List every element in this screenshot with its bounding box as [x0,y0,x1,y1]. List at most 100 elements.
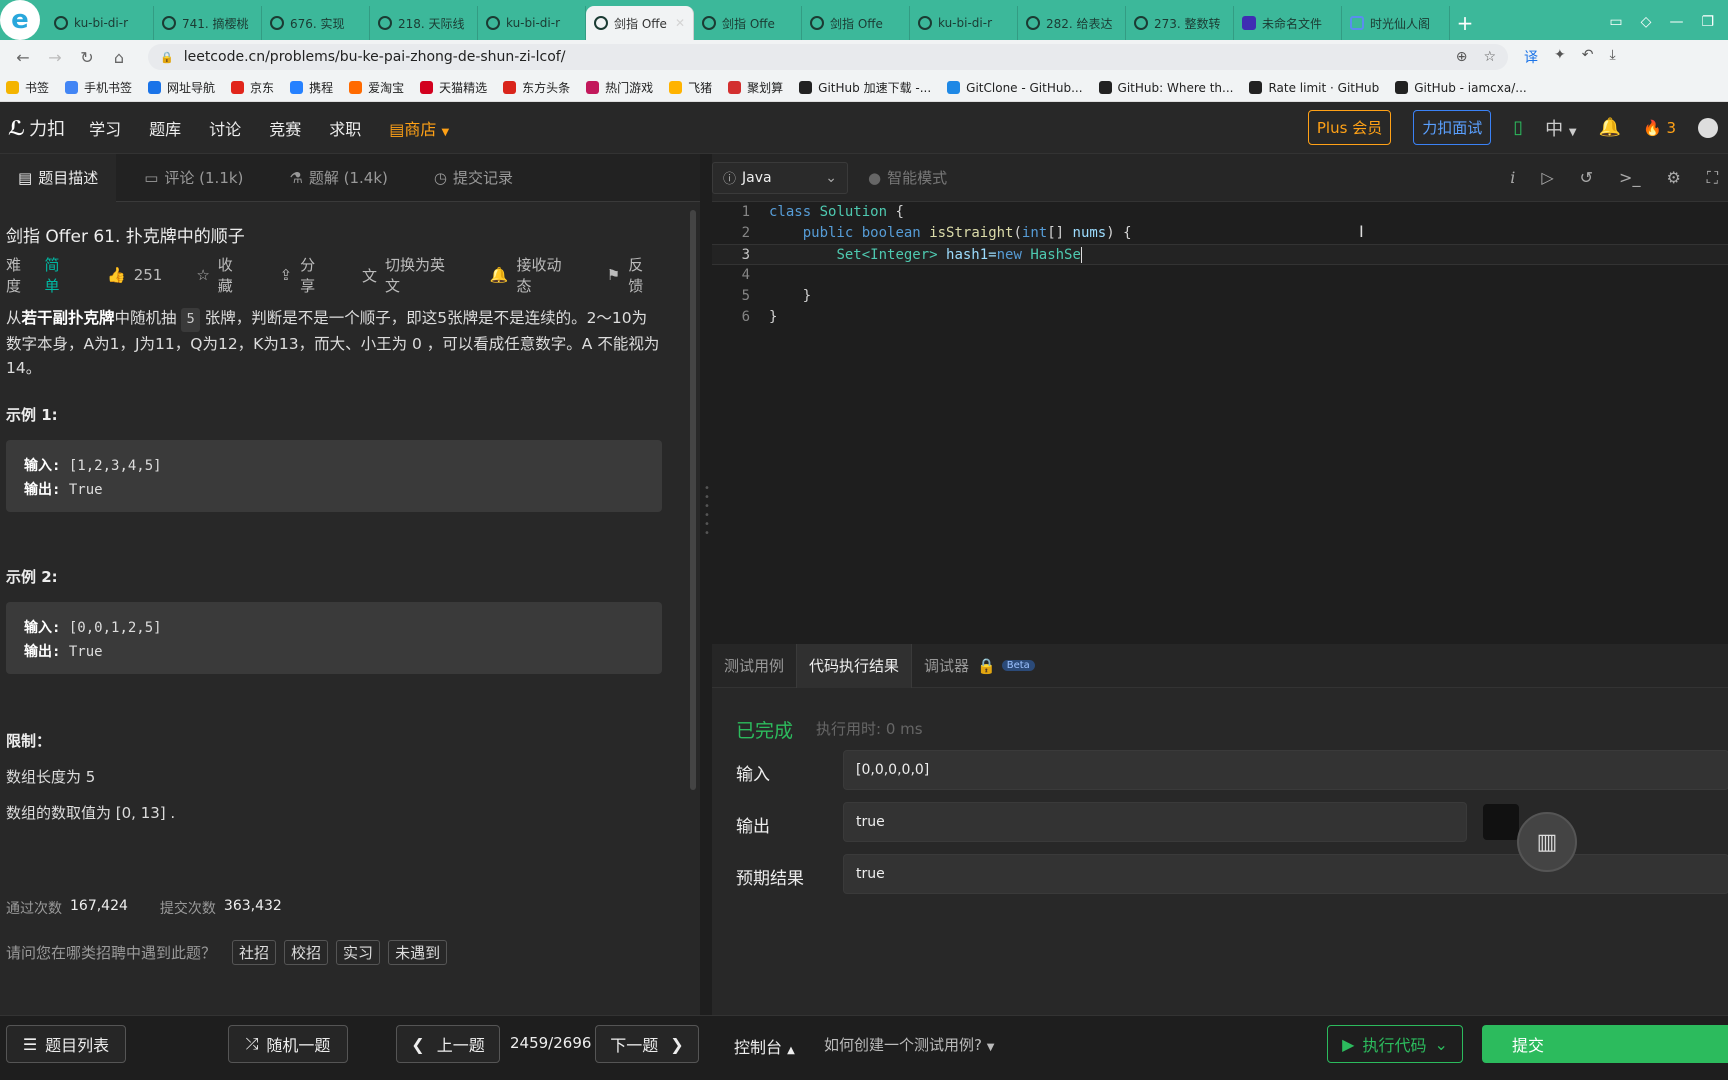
random-problem-button[interactable]: ⤮ 随机一题 [228,1025,348,1063]
new-tab-button[interactable]: + [1450,6,1480,40]
favorite-button[interactable]: ☆ 收藏 [196,254,245,296]
tab-run-result[interactable]: 代码执行结果 [796,643,913,688]
tab-search-icon[interactable]: ▭ [1609,14,1622,30]
share-button[interactable]: ⇪ 分享 [280,254,328,296]
interview-button[interactable]: 力扣面试 [1413,110,1492,145]
bookmark-item[interactable]: GitClone - GitHub... [947,81,1083,95]
recruit-option[interactable]: 校招 [284,940,329,965]
extension-icon[interactable]: ◇ [1641,14,1652,30]
like-button[interactable]: 👍 251 [107,266,162,284]
bookmark-item[interactable]: 爱淘宝 [349,79,404,96]
run-code-button[interactable]: ▶ 执行代码 ⌄ [1327,1025,1463,1063]
bookmark-item[interactable]: 天猫精选 [420,79,487,96]
tab-description[interactable]: ▤ 题目描述 [0,153,117,202]
mobile-icon[interactable]: ▯ [1513,117,1523,138]
avatar[interactable] [1698,117,1718,138]
bookmark-item[interactable]: 书签 [6,79,49,96]
scrollbar[interactable] [690,210,696,790]
download-icon[interactable]: ⤓ [1609,47,1615,67]
browser-tab[interactable]: 282. 给表达 [1018,6,1126,40]
fullscreen-icon[interactable]: ⛶ [1707,168,1718,188]
tab-submissions[interactable]: ◷ 提交记录 [416,154,531,202]
reset-icon[interactable]: ↺ [1580,168,1593,188]
nav-learn[interactable]: 学习 [89,116,121,140]
bookmark-item[interactable]: 携程 [290,79,333,96]
browser-tab[interactable]: 剑指 Offe [802,6,910,40]
diff-toggle[interactable] [1483,804,1519,840]
info-italic-icon[interactable]: i [1510,168,1515,188]
language-select[interactable]: ⓘ Java ⌄ [712,161,848,194]
browser-tab[interactable]: ku-bi-di-r [46,6,154,40]
browser-tab[interactable]: 218. 天际线 [370,6,478,40]
streak-counter[interactable]: 🔥 3 [1643,119,1676,137]
leetcode-logo[interactable]: ℒ 力扣 [0,115,65,141]
bookmark-item[interactable]: 飞猪 [669,79,712,96]
language-switch[interactable]: 中 ▼ [1545,115,1576,141]
code-area[interactable]: 1 class Solution { 2 public boolean isStr… [712,202,1728,644]
nav-discuss[interactable]: 讨论 [209,116,241,140]
tab-comments[interactable]: ▭ 评论 (1.1k) [126,154,261,202]
bookmark-item[interactable]: 东方头条 [503,79,570,96]
floating-notes-button[interactable]: ▥ [1517,812,1577,872]
bookmark-item[interactable]: GitHub - iamcxa/... [1395,81,1527,95]
browser-tab[interactable]: 273. 整数转 [1126,6,1234,40]
nav-jobs[interactable]: 求职 [329,116,361,140]
recruit-option[interactable]: 未遇到 [388,940,448,965]
bookmark-item[interactable]: GitHub: Where th... [1098,81,1233,95]
browser-tab-active[interactable]: 剑指 Offe ✕ [586,6,694,40]
tab-solutions[interactable]: ⚗ 题解 (1.4k) [271,154,405,202]
bookmark-item[interactable]: 网址导航 [148,79,215,96]
browser-tab[interactable]: 剑指 Offe [694,6,802,40]
settings-icon[interactable]: ⚙ [1666,168,1680,188]
problem-list-button[interactable]: ☰ 题目列表 [6,1025,126,1063]
nav-store[interactable]: ▤商店 ▼ [389,116,449,140]
browser-tab[interactable]: 时光仙人阁 [1342,6,1450,40]
submit-button[interactable]: 提交 [1482,1025,1728,1063]
bookmark-item[interactable]: 京东 [231,79,274,96]
prev-problem-button[interactable]: ❮ 上一题 [396,1025,500,1063]
minimize-icon[interactable]: — [1669,14,1683,30]
zoom-icon[interactable]: ⊕ [1456,49,1468,65]
browser-tab[interactable]: 741. 摘樱桃 [154,6,262,40]
close-tab-icon[interactable]: ✕ [675,16,685,30]
undo-icon[interactable]: ↶ [1582,47,1594,67]
back-icon[interactable]: ← [10,48,36,67]
bookmark-item[interactable]: Rate limit · GitHub [1249,81,1379,95]
bookmark-item[interactable]: 热门游戏 [586,79,653,96]
bookmark-item[interactable]: 手机书签 [65,79,132,96]
reload-icon[interactable]: ↻ [74,48,100,67]
tab-testcase[interactable]: 测试用例 [712,644,796,688]
puzzle-icon[interactable]: ✦ [1554,47,1566,67]
restore-icon[interactable]: ❐ [1701,14,1714,30]
bookmark-favicon-icon [420,81,434,94]
browser-tab[interactable]: ku-bi-di-r [910,6,1018,40]
subscribe-button[interactable]: 🔔 接收动态 [490,254,573,296]
smart-mode-toggle[interactable]: ● 智能模式 [868,167,947,188]
next-problem-button[interactable]: 下一题 ❯ [595,1025,699,1063]
bookmark-favicon-icon [6,81,19,94]
play-outline-icon[interactable]: ▷ [1541,168,1553,188]
bell-icon[interactable]: 🔔 [1599,117,1621,138]
recruit-option[interactable]: 社招 [232,940,277,965]
console-toggle[interactable]: 控制台 ▲ [734,1034,795,1058]
translate-icon[interactable]: 译 [1524,47,1538,67]
url-field[interactable]: 🔒 leetcode.cn/problems/bu-ke-pai-zhong-d… [148,44,1508,70]
feedback-button[interactable]: ⚑ 反馈 [607,254,656,296]
browser-tab[interactable]: ku-bi-di-r [478,6,586,40]
browser-tab[interactable]: 676. 实现 [262,6,370,40]
bookmark-item[interactable]: 聚划算 [728,79,783,96]
forward-icon[interactable]: → [42,48,68,67]
bookmark-star-icon[interactable]: ☆ [1483,49,1496,65]
panel-splitter[interactable]: • • • • • • [700,154,712,1015]
nav-problems[interactable]: 题库 [149,116,181,140]
home-icon[interactable]: ⌂ [106,48,132,67]
plus-member-button[interactable]: Plus 会员 [1307,110,1392,145]
how-to-create-testcase[interactable]: 如何创建一个测试用例? ▼ [824,1034,994,1055]
bookmark-item[interactable]: GitHub 加速下载 -... [799,79,931,96]
translate-button[interactable]: 文切换为英文 [362,254,456,296]
tab-debugger[interactable]: 调试器 🔒 Beta [912,644,1047,688]
recruit-option[interactable]: 实习 [336,940,381,965]
nav-contest[interactable]: 竞赛 [269,116,301,140]
browser-tab[interactable]: 未命名文件 [1234,6,1342,40]
terminal-icon[interactable]: >_ [1619,168,1640,188]
